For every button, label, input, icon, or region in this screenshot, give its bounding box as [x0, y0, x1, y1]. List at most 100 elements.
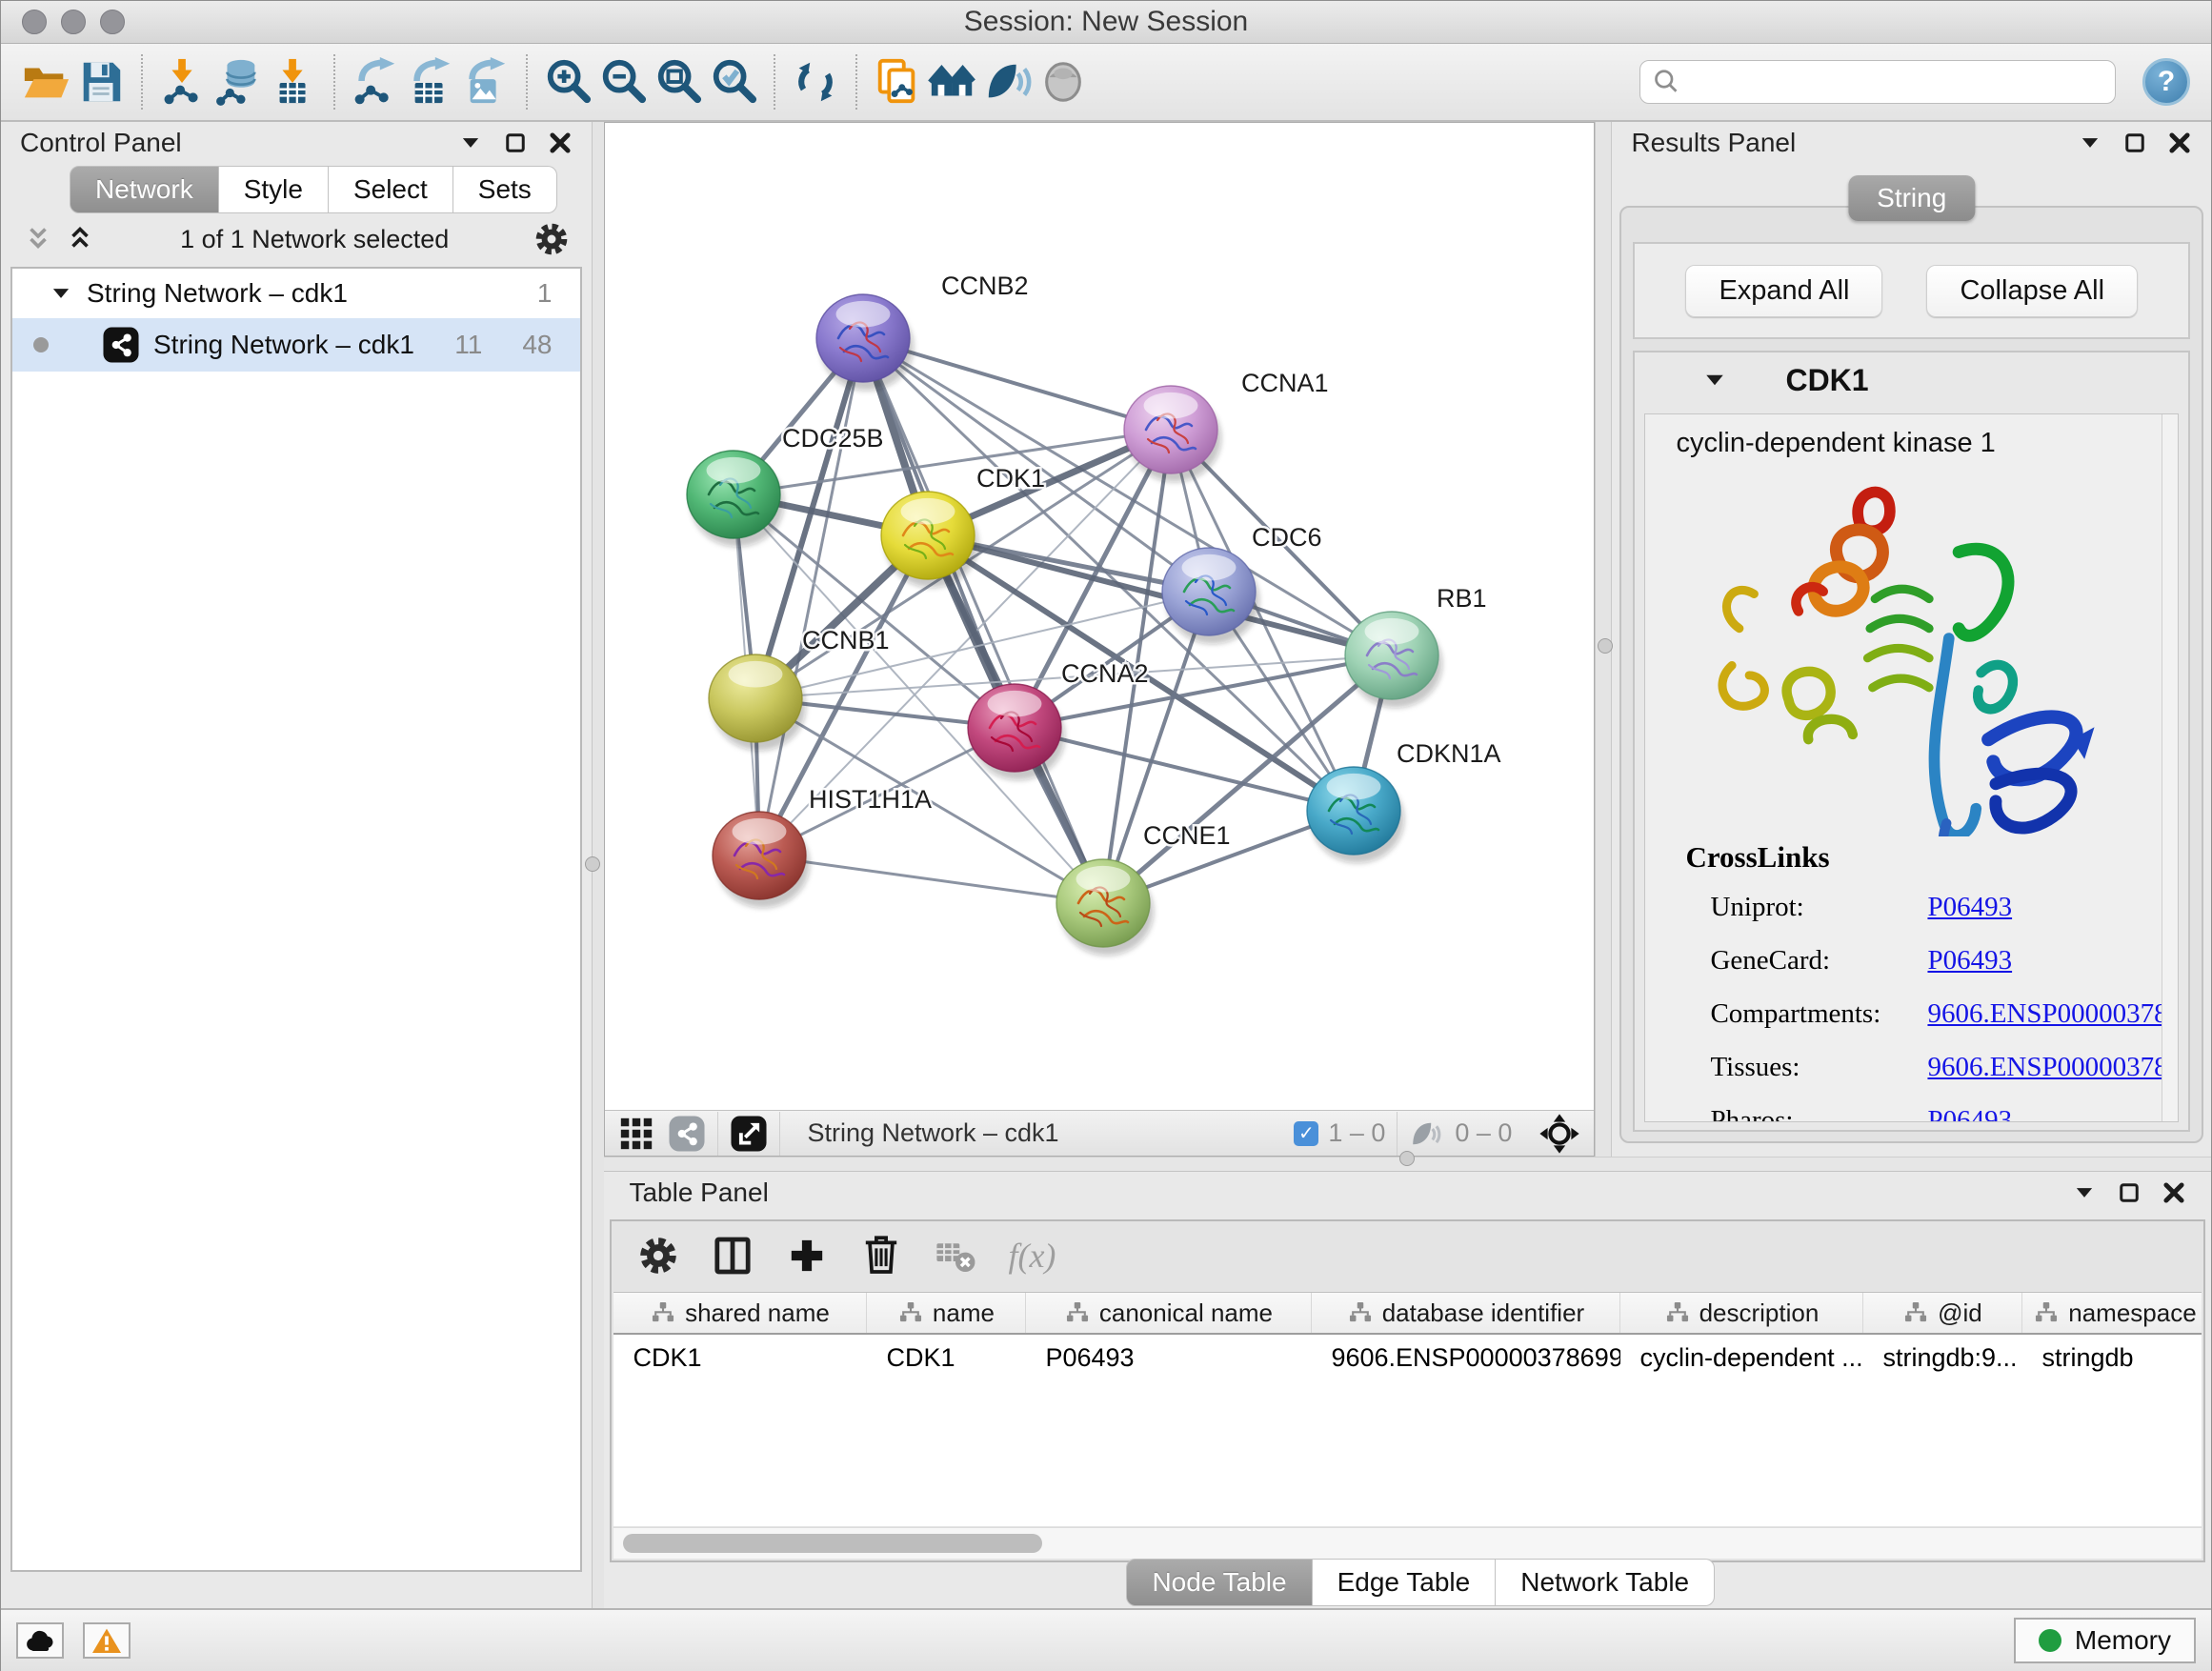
- export-table-button[interactable]: [403, 51, 458, 112]
- node-label-CDC6: CDC6: [1252, 523, 1322, 552]
- left-splitter-grip[interactable]: [585, 856, 600, 872]
- cloud-status-button[interactable]: [16, 1622, 64, 1659]
- float-panel-icon[interactable]: [2123, 131, 2146, 154]
- column-header-namespace[interactable]: namespace: [2022, 1293, 2202, 1333]
- column-header-canonical-name[interactable]: canonical name: [1026, 1293, 1312, 1333]
- show-all-button[interactable]: [1036, 51, 1091, 112]
- floppy-disk-icon: [76, 57, 126, 107]
- column-header-shared-name[interactable]: shared name: [613, 1293, 867, 1333]
- new-network-from-selection-button[interactable]: [870, 51, 925, 112]
- horizontal-splitter-grip[interactable]: [1399, 1151, 1415, 1166]
- gear-icon[interactable]: [636, 1234, 680, 1278]
- crosslinks-heading: CrossLinks: [1685, 840, 2178, 875]
- search-icon: [1652, 68, 1680, 96]
- delete-column-icon[interactable]: [859, 1234, 903, 1278]
- tab-edge-table[interactable]: Edge Table: [1313, 1559, 1497, 1606]
- expand-all-icon[interactable]: [64, 225, 96, 253]
- collapse-all-icon[interactable]: [22, 225, 54, 253]
- node-label-CDKN1A: CDKN1A: [1397, 739, 1501, 768]
- crosslink-label: Pharos:: [1710, 1105, 1927, 1122]
- close-panel-icon[interactable]: [2167, 131, 2192, 155]
- maximize-window-button[interactable]: [100, 10, 125, 34]
- search-field[interactable]: [1639, 60, 2116, 104]
- network-row[interactable]: String Network – cdk1 11 48: [12, 318, 580, 372]
- collapse-triangle-icon[interactable]: [1701, 367, 1728, 393]
- zoom-selected-icon: [709, 57, 758, 107]
- apply-layout-button[interactable]: [788, 51, 843, 112]
- tab-select[interactable]: Select: [329, 166, 453, 213]
- node-table: shared namenamecanonical namedatabase id…: [613, 1292, 2202, 1526]
- panel-menu-icon[interactable]: [2072, 1180, 2097, 1205]
- edge-count: 48: [522, 330, 552, 360]
- tab-network-table[interactable]: Network Table: [1496, 1559, 1715, 1606]
- close-window-button[interactable]: [22, 10, 47, 34]
- network-canvas[interactable]: CCNB2CCNA1CDC25BCDK1CDC6RB1CCNB1CCNA2CDK…: [605, 123, 1594, 1110]
- tab-string[interactable]: String: [1848, 175, 1975, 221]
- results-panel-title: Results Panel: [1631, 128, 1796, 158]
- column-header--id[interactable]: @id: [1863, 1293, 2022, 1333]
- warning-status-button[interactable]: [83, 1622, 131, 1659]
- search-input[interactable]: [1688, 67, 2103, 98]
- results-scrollbar[interactable]: [2162, 414, 2178, 1121]
- table-cell: CDK1: [613, 1343, 867, 1373]
- zoom-fit-button[interactable]: [651, 51, 706, 112]
- help-button[interactable]: ?: [2142, 58, 2190, 106]
- column-header-name[interactable]: name: [867, 1293, 1026, 1333]
- export-network-button[interactable]: [348, 51, 403, 112]
- import-table-button[interactable]: [266, 51, 321, 112]
- import-network-database-button[interactable]: [211, 51, 266, 112]
- crosshair-move-icon[interactable]: [1538, 1113, 1580, 1155]
- open-session-button[interactable]: [18, 51, 73, 112]
- tab-sets[interactable]: Sets: [453, 166, 557, 213]
- grid-view-icon[interactable]: [618, 1116, 654, 1152]
- scrollbar-thumb[interactable]: [623, 1534, 1042, 1553]
- tab-network[interactable]: Network: [70, 166, 219, 213]
- crosslink-link[interactable]: 9606.ENSP00000378699: [1927, 998, 2179, 1030]
- table-panel: Table Panel f(x): [604, 1172, 2211, 1608]
- memory-button[interactable]: Memory: [2014, 1618, 2196, 1663]
- export-view-icon[interactable]: [730, 1115, 768, 1153]
- crosslink-link[interactable]: P06493: [1927, 945, 2179, 976]
- first-neighbors-button[interactable]: [925, 51, 980, 112]
- attribute-icon: [651, 1300, 675, 1325]
- table-horizontal-scrollbar[interactable]: [613, 1527, 2202, 1559]
- zoom-selected-button[interactable]: [706, 51, 761, 112]
- crosslink-link[interactable]: P06493: [1927, 1105, 2179, 1122]
- zoom-out-button[interactable]: [595, 51, 651, 112]
- split-columns-icon[interactable]: [711, 1234, 754, 1278]
- window-title: Session: New Session: [1, 6, 2211, 38]
- save-session-button[interactable]: [73, 51, 129, 112]
- crosslink-link[interactable]: P06493: [1927, 892, 2179, 923]
- float-panel-icon[interactable]: [2118, 1181, 2141, 1204]
- column-header-database-identifier[interactable]: database identifier: [1312, 1293, 1620, 1333]
- share-network-icon[interactable]: [668, 1115, 706, 1153]
- table-row[interactable]: CDK1CDK1P064939606.ENSP00000378699cyclin…: [613, 1335, 2202, 1380]
- gene-section: CDK1 cyclin-dependent kinase 1: [1633, 351, 2190, 1132]
- tab-style[interactable]: Style: [219, 166, 329, 213]
- collapse-all-button[interactable]: Collapse All: [1926, 265, 2138, 317]
- network-view[interactable]: CCNB2CCNA1CDC25BCDK1CDC6RB1CCNB1CCNA2CDK…: [604, 122, 1595, 1157]
- expand-all-button[interactable]: Expand All: [1685, 265, 1882, 317]
- right-splitter-grip[interactable]: [1598, 638, 1613, 654]
- attribute-icon: [1065, 1300, 1090, 1325]
- selected-checkbox-icon[interactable]: ✓: [1294, 1121, 1318, 1146]
- close-panel-icon[interactable]: [2162, 1180, 2186, 1205]
- close-panel-icon[interactable]: [548, 131, 573, 155]
- crosslink-link[interactable]: 9606.ENSP00000378699: [1927, 1052, 2179, 1083]
- network-view-toolbar: String Network – cdk1 ✓ 1 – 0 0 – 0: [605, 1110, 1594, 1156]
- tab-node-table[interactable]: Node Table: [1126, 1559, 1312, 1606]
- export-image-button[interactable]: [458, 51, 513, 112]
- add-column-icon[interactable]: [785, 1234, 829, 1278]
- hide-selected-button[interactable]: [980, 51, 1036, 112]
- import-network-file-button[interactable]: [155, 51, 211, 112]
- zoom-in-button[interactable]: [540, 51, 595, 112]
- collapse-triangle-icon[interactable]: [49, 281, 73, 306]
- minimize-window-button[interactable]: [61, 10, 86, 34]
- gear-icon[interactable]: [533, 220, 571, 258]
- panel-menu-icon[interactable]: [458, 131, 483, 155]
- control-panel-tabs: NetworkStyleSelectSets: [1, 166, 592, 213]
- float-panel-icon[interactable]: [504, 131, 527, 154]
- column-header-description[interactable]: description: [1620, 1293, 1863, 1333]
- panel-menu-icon[interactable]: [2078, 131, 2102, 155]
- network-collection-row[interactable]: String Network – cdk1 1: [12, 269, 580, 318]
